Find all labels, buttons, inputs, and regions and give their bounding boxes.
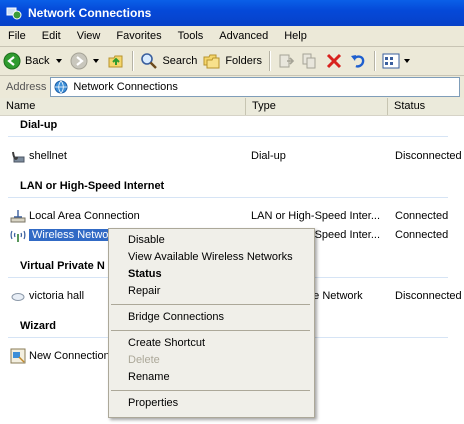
new-connection-wizard-icon: [10, 348, 26, 364]
title-bar[interactable]: Network Connections: [0, 0, 464, 26]
undo-icon: [351, 55, 365, 68]
menu-favorites[interactable]: Favorites: [108, 30, 169, 42]
lan-computer-icon: [10, 210, 26, 223]
item-name: Wireless Network: [29, 229, 121, 241]
folders-button[interactable]: Folders: [200, 49, 265, 73]
menu-tools[interactable]: Tools: [170, 30, 212, 42]
chevron-down-icon: [56, 59, 63, 63]
item-status: Disconnected: [395, 150, 462, 162]
list-item-local-area-connection[interactable]: Local Area Connection: [10, 208, 250, 224]
folders-label: Folders: [225, 55, 263, 67]
address-input[interactable]: Network Connections: [50, 77, 461, 97]
dialup-phone-icon: [12, 151, 25, 163]
move-to-button[interactable]: [274, 49, 298, 73]
menu-bar: File Edit View Favorites Tools Advanced …: [0, 26, 464, 47]
context-menu-separator: [111, 390, 310, 391]
group-vpn: Virtual Private N: [20, 260, 105, 272]
menu-file[interactable]: File: [0, 30, 34, 42]
context-menu-rename[interactable]: Rename: [128, 371, 170, 383]
group-dialup: Dial-up: [20, 119, 58, 131]
vpn-cloud-icon: [11, 293, 25, 301]
context-menu-repair[interactable]: Repair: [128, 285, 160, 297]
search-label: Search: [162, 55, 198, 67]
context-menu-view-wireless-networks[interactable]: View Available Wireless Networks: [128, 251, 293, 263]
network-connections-icon: [6, 7, 22, 20]
item-status: Connected: [395, 229, 449, 241]
back-button[interactable]: Back: [0, 49, 67, 73]
move-to-icon: [279, 54, 295, 68]
context-menu-separator: [111, 330, 310, 331]
toolbar-separator: [269, 51, 271, 71]
forward-arrow-icon: [70, 52, 88, 70]
search-button[interactable]: Search: [137, 49, 200, 73]
toolbar-separator: [374, 51, 376, 71]
context-menu-status[interactable]: Status: [128, 268, 162, 280]
menu-help[interactable]: Help: [276, 30, 315, 42]
search-icon: [141, 53, 158, 69]
context-menu-properties[interactable]: Properties: [128, 397, 178, 409]
forward-button[interactable]: [67, 49, 104, 73]
undo-button[interactable]: [346, 49, 370, 73]
menu-edit[interactable]: Edit: [34, 30, 69, 42]
back-arrow-icon: [3, 52, 21, 70]
address-value: Network Connections: [73, 81, 178, 93]
context-menu-separator: [111, 304, 310, 305]
copy-to-button[interactable]: [298, 49, 322, 73]
context-menu-delete: Delete: [128, 354, 160, 366]
context-menu-disable[interactable]: Disable: [128, 234, 165, 246]
folders-icon: [203, 54, 220, 69]
item-name: shellnet: [29, 150, 67, 162]
item-name: New Connection: [29, 350, 110, 362]
group-divider: [8, 136, 448, 137]
column-headers: Name Type Status: [0, 98, 464, 116]
menu-view[interactable]: View: [69, 30, 109, 42]
group-divider: [8, 197, 448, 198]
copy-to-icon: [302, 53, 316, 69]
delete-button[interactable]: [322, 49, 346, 73]
toolbar-separator: [132, 51, 134, 71]
column-header-status[interactable]: Status: [388, 98, 464, 115]
network-globe-icon: [54, 80, 68, 94]
column-header-name[interactable]: Name: [0, 98, 246, 115]
up-folder-icon: [108, 55, 123, 68]
chevron-down-icon: [93, 59, 100, 63]
group-wizard: Wizard: [20, 320, 56, 332]
address-bar: Address Network Connections: [0, 76, 464, 99]
views-button[interactable]: [379, 49, 415, 73]
item-status: Disconnected: [395, 290, 462, 302]
item-name: victoria hall: [29, 290, 85, 302]
item-name: Local Area Connection: [29, 210, 140, 222]
chevron-down-icon: [404, 59, 411, 63]
toolbar: Back Search Folders: [0, 47, 464, 76]
list-item-shellnet[interactable]: shellnet: [10, 148, 250, 164]
context-menu-bridge-connections[interactable]: Bridge Connections: [128, 311, 224, 323]
item-type: LAN or High-Speed Inter...: [251, 210, 381, 222]
menu-advanced[interactable]: Advanced: [211, 30, 276, 42]
views-icon: [382, 53, 400, 69]
context-menu: Disable View Available Wireless Networks…: [108, 228, 315, 418]
address-label: Address: [6, 81, 47, 93]
column-header-type[interactable]: Type: [246, 98, 388, 115]
delete-x-icon: [326, 53, 342, 69]
window-title: Network Connections: [28, 6, 152, 20]
item-type: Dial-up: [251, 150, 286, 162]
wireless-antenna-icon: [10, 230, 26, 242]
up-button[interactable]: [104, 49, 128, 73]
item-status: Connected: [395, 210, 449, 222]
context-menu-create-shortcut[interactable]: Create Shortcut: [128, 337, 205, 349]
back-label: Back: [25, 55, 50, 67]
group-lan: LAN or High-Speed Internet: [20, 180, 165, 192]
